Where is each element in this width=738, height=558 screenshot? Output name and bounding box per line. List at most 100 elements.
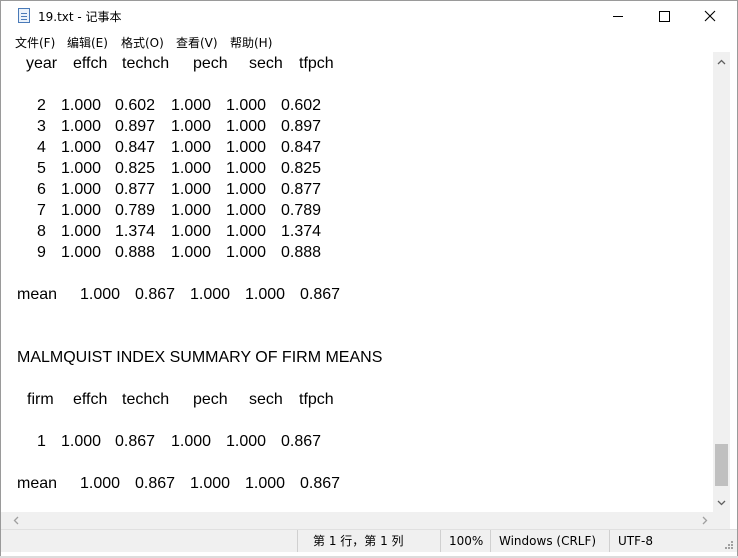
- minimize-icon: [613, 15, 623, 17]
- text-cell: 1.374: [115, 223, 156, 240]
- text-line-row: 3 1.000 0.897 1.000 1.000 0.897: [17, 116, 321, 137]
- text-line-header: year effch techch pech sech tfpch: [17, 53, 334, 74]
- menu-edit[interactable]: 编辑(E): [67, 34, 108, 51]
- text-cell: 7: [37, 202, 46, 219]
- menu-view[interactable]: 查看(V): [176, 34, 218, 51]
- text-cell: mean: [17, 286, 58, 303]
- window-title: 19.txt - 记事本: [38, 10, 122, 24]
- text-editor[interactable]: year effch techch pech sech tfpch 2 1.00…: [1, 52, 713, 512]
- text-cell: 8: [37, 223, 46, 240]
- text-cell: 1.000: [61, 244, 102, 261]
- text-cell: 1.000: [171, 244, 212, 261]
- text-cell: 0.789: [115, 202, 156, 219]
- text-cell: 0.867: [300, 286, 341, 303]
- text-cell: 0.877: [115, 181, 156, 198]
- text-cell: effch: [73, 391, 108, 408]
- text-cell: 1.000: [171, 139, 212, 156]
- text-cell: sech: [249, 391, 283, 408]
- text-cell: 0.888: [281, 244, 322, 261]
- text-line-row: 7 1.000 0.789 1.000 1.000 0.789: [17, 200, 321, 221]
- text-cell: tfpch: [299, 391, 334, 408]
- text-cell: 1.000: [80, 475, 121, 492]
- text-line-row: 1 1.000 0.867 1.000 1.000 0.867: [17, 431, 321, 452]
- text-line-header: firm effch techch pech sech tfpch: [17, 389, 334, 410]
- notepad-window: 19.txt - 记事本 文件(F) 编辑(E) 格式(O) 查看(V) 帮助(…: [0, 0, 738, 558]
- menu-file[interactable]: 文件(F): [15, 34, 55, 51]
- scroll-down-icon[interactable]: [713, 494, 730, 511]
- text-cell: 0.867: [281, 433, 322, 450]
- text-cell: 1.000: [80, 286, 121, 303]
- text-cell: 1.000: [171, 433, 212, 450]
- text-line-mean: mean 1.000 0.867 1.000 1.000 0.867: [17, 473, 340, 494]
- text-cell: 1.000: [226, 202, 267, 219]
- text-cell: 3: [37, 118, 46, 135]
- text-cell: 1.000: [245, 475, 286, 492]
- maximize-icon: [658, 10, 670, 22]
- text-cell: 0.897: [281, 118, 322, 135]
- text-cell: 1.374: [281, 223, 322, 240]
- text-cell: 0.847: [281, 139, 322, 156]
- text-cell: 1.000: [171, 97, 212, 114]
- text-cell: 5: [37, 160, 46, 177]
- menu-bar: 文件(F) 编辑(E) 格式(O) 查看(V) 帮助(H): [1, 31, 737, 52]
- menu-help[interactable]: 帮助(H): [230, 34, 272, 51]
- notepad-icon: [18, 8, 30, 23]
- text-cell: 1.000: [61, 118, 102, 135]
- close-button[interactable]: [687, 1, 733, 31]
- text-cell: 1.000: [171, 118, 212, 135]
- menu-format[interactable]: 格式(O): [121, 34, 164, 51]
- text-cell: 6: [37, 181, 46, 198]
- status-line-ending: Windows (CRLF): [490, 530, 599, 552]
- text-cell: 1.000: [171, 202, 212, 219]
- col-year: year: [26, 55, 58, 72]
- text-cell: 0.602: [281, 97, 322, 114]
- col-sech: sech: [249, 55, 283, 72]
- horizontal-scrollbar[interactable]: [1, 512, 713, 529]
- vertical-scroll-thumb[interactable]: [715, 444, 728, 486]
- text-cell: 0.847: [115, 139, 156, 156]
- text-line-row: 8 1.000 1.374 1.000 1.000 1.374: [17, 221, 321, 242]
- text-cell: 1.000: [226, 160, 267, 177]
- text-cell: 1.000: [61, 202, 102, 219]
- text-cell: 1.000: [226, 97, 267, 114]
- text-cell: 0.825: [281, 160, 322, 177]
- text-line-row: 2 1.000 0.602 1.000 1.000 0.602: [17, 95, 321, 116]
- text-cell: 0.867: [115, 433, 156, 450]
- text-line-row: 4 1.000 0.847 1.000 1.000 0.847: [17, 137, 321, 158]
- scroll-up-icon[interactable]: [713, 53, 730, 70]
- text-cell: 0.789: [281, 202, 322, 219]
- maximize-button[interactable]: [641, 1, 687, 31]
- scroll-right-icon[interactable]: [696, 512, 713, 529]
- text-cell: 0.897: [115, 118, 156, 135]
- status-encoding: UTF-8: [609, 530, 718, 552]
- text-cell: 1.000: [61, 433, 102, 450]
- text-cell: 4: [37, 139, 46, 156]
- text-cell: techch: [122, 391, 170, 408]
- title-bar[interactable]: 19.txt - 记事本: [1, 1, 737, 31]
- summary-title: MALMQUIST INDEX SUMMARY OF FIRM MEANS: [17, 349, 383, 366]
- text-cell: 1.000: [226, 433, 267, 450]
- text-line-mean: mean 1.000 0.867 1.000 1.000 0.867: [17, 284, 340, 305]
- text-cell: 1.000: [171, 181, 212, 198]
- close-icon: [704, 10, 716, 22]
- text-line-row: 6 1.000 0.877 1.000 1.000 0.877: [17, 179, 321, 200]
- text-cell: 1.000: [226, 244, 267, 261]
- text-cell: mean: [17, 475, 58, 492]
- vertical-scrollbar[interactable]: [713, 52, 730, 512]
- minimize-button[interactable]: [595, 1, 641, 31]
- text-cell: 0.867: [135, 475, 176, 492]
- text-cell: 1.000: [61, 223, 102, 240]
- status-position: 第 1 行，第 1 列: [297, 530, 445, 552]
- text-cell: 1.000: [226, 139, 267, 156]
- status-bar: 第 1 行，第 1 列 100% Windows (CRLF) UTF-8: [1, 529, 737, 552]
- resize-grip-icon[interactable]: [723, 539, 733, 549]
- text-cell: 1.000: [226, 223, 267, 240]
- scroll-left-icon[interactable]: [7, 512, 24, 529]
- text-cell: 1.000: [226, 118, 267, 135]
- status-zoom: 100%: [440, 530, 489, 552]
- text-cell: 1.000: [171, 160, 212, 177]
- text-cell: 9: [37, 244, 46, 261]
- text-cell: 1.000: [190, 475, 231, 492]
- scrollbar-corner: [713, 512, 730, 529]
- text-cell: 1.000: [171, 223, 212, 240]
